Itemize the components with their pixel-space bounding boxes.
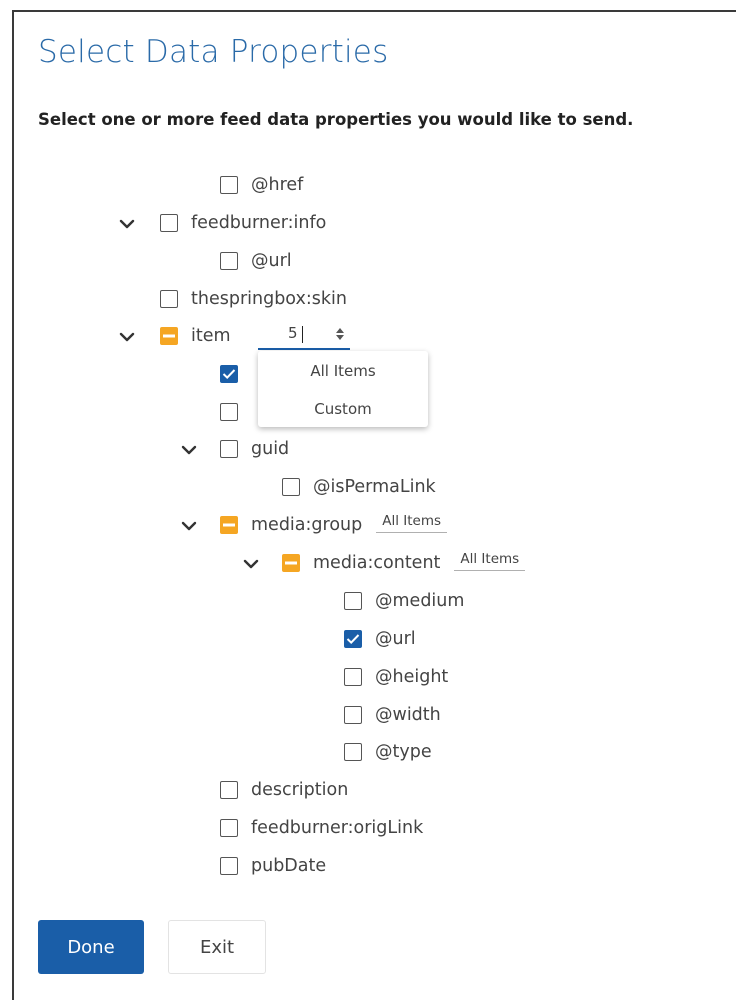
tree-label: description bbox=[251, 780, 349, 800]
tree-row-url: @url bbox=[220, 247, 292, 275]
tree-row-item: item bbox=[160, 322, 231, 350]
tree-label: @type bbox=[375, 742, 432, 762]
checkbox-item-child-1[interactable] bbox=[220, 365, 238, 383]
tree-row-description: description bbox=[220, 776, 348, 804]
tree-row-content-url: @url bbox=[344, 625, 416, 653]
tree-row-item-child-1 bbox=[220, 360, 238, 388]
done-button[interactable]: Done bbox=[38, 920, 144, 974]
chevron-down-icon[interactable] bbox=[118, 215, 136, 233]
minus-icon bbox=[163, 334, 175, 338]
tree-row-pubdate: pubDate bbox=[220, 852, 326, 880]
tree-label: @medium bbox=[375, 591, 465, 611]
checkbox-width[interactable] bbox=[344, 706, 362, 724]
tree-label: guid bbox=[251, 439, 290, 459]
checkbox-height[interactable] bbox=[344, 668, 362, 686]
chevron-down-icon[interactable] bbox=[180, 517, 198, 535]
dropdown-option-all-items[interactable]: All Items bbox=[258, 353, 428, 389]
select-data-properties-dialog bbox=[12, 10, 736, 1000]
dialog-title: Select Data Properties bbox=[38, 34, 389, 70]
tree-row-media-group: media:group All Items bbox=[220, 511, 448, 539]
tree-row-thespringbox-skin: thespringbox:skin bbox=[160, 285, 347, 313]
media-content-range-select[interactable]: All Items bbox=[454, 551, 526, 571]
tree-label: pubDate bbox=[251, 856, 327, 876]
checkbox-ispermalink[interactable] bbox=[282, 478, 300, 496]
minus-icon bbox=[223, 523, 235, 527]
checkbox-thespringbox-skin[interactable] bbox=[160, 290, 178, 308]
tree-label: media:group bbox=[251, 515, 363, 535]
item-count-input[interactable]: 5 bbox=[258, 320, 350, 350]
tree-label: @url bbox=[375, 629, 416, 649]
exit-button[interactable]: Exit bbox=[168, 920, 266, 974]
tree-label: media:content bbox=[313, 553, 441, 573]
checkbox-type[interactable] bbox=[344, 743, 362, 761]
checkbox-href[interactable] bbox=[220, 176, 238, 194]
up-down-stepper-icon[interactable] bbox=[334, 325, 346, 343]
checkbox-content-url[interactable] bbox=[344, 630, 362, 648]
checkbox-guid[interactable] bbox=[220, 440, 238, 458]
tree-label: @href bbox=[251, 175, 304, 195]
dialog-subtitle: Select one or more feed data properties … bbox=[38, 110, 634, 129]
media-group-range-select[interactable]: All Items bbox=[376, 513, 448, 533]
tree-row-width: @width bbox=[344, 701, 441, 729]
tree-label: feedburner:origLink bbox=[251, 818, 424, 838]
tree-label: item bbox=[191, 326, 231, 346]
item-count-dropdown: All Items Custom bbox=[258, 351, 428, 427]
tree-row-guid: guid bbox=[220, 435, 289, 463]
tree-row-type: @type bbox=[344, 738, 432, 766]
tree-label: thespringbox:skin bbox=[191, 289, 347, 309]
minus-icon bbox=[285, 561, 297, 565]
tree-row-href: @href bbox=[220, 171, 303, 199]
checkbox-description[interactable] bbox=[220, 781, 238, 799]
tree-row-height: @height bbox=[344, 663, 448, 691]
chevron-down-icon[interactable] bbox=[242, 555, 260, 573]
tree-row-feedburner-info: feedburner:info bbox=[160, 209, 326, 237]
dropdown-option-custom[interactable]: Custom bbox=[258, 391, 428, 427]
checkbox-media-group[interactable] bbox=[220, 516, 238, 534]
checkbox-feedburner-info[interactable] bbox=[160, 214, 178, 232]
checkbox-medium[interactable] bbox=[344, 592, 362, 610]
checkbox-item[interactable] bbox=[160, 327, 178, 345]
tree-label: @isPermaLink bbox=[313, 477, 436, 497]
tree-label: @url bbox=[251, 251, 292, 271]
tree-row-ispermalink: @isPermaLink bbox=[282, 473, 436, 501]
tree-row-feedburner-origlink: feedburner:origLink bbox=[220, 814, 423, 842]
checkbox-url[interactable] bbox=[220, 252, 238, 270]
checkbox-feedburner-origlink[interactable] bbox=[220, 819, 238, 837]
checkbox-media-content[interactable] bbox=[282, 554, 300, 572]
tree-row-media-content: media:content All Items bbox=[282, 549, 526, 577]
tree-row-item-child-2 bbox=[220, 398, 238, 426]
tree-label: @width bbox=[375, 705, 441, 725]
text-caret bbox=[302, 326, 303, 343]
tree-label: feedburner:info bbox=[191, 213, 327, 233]
tree-label: @height bbox=[375, 667, 449, 687]
checkbox-item-child-2[interactable] bbox=[220, 403, 238, 421]
checkmark-icon bbox=[346, 634, 360, 645]
chevron-down-icon[interactable] bbox=[118, 328, 136, 346]
tree-row-medium: @medium bbox=[344, 587, 464, 615]
item-count-value: 5 bbox=[288, 324, 298, 342]
checkmark-icon bbox=[222, 369, 236, 380]
checkbox-pubdate[interactable] bbox=[220, 857, 238, 875]
chevron-down-icon[interactable] bbox=[180, 441, 198, 459]
